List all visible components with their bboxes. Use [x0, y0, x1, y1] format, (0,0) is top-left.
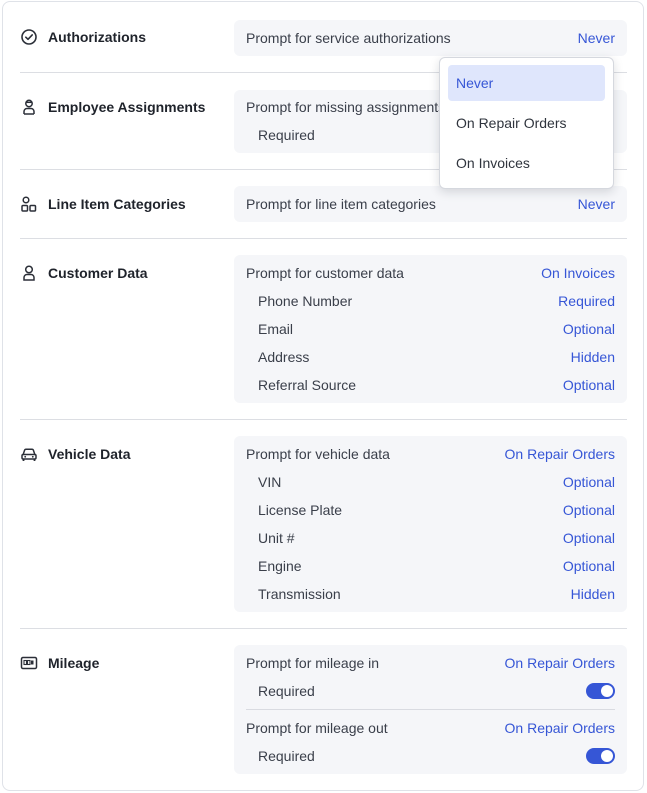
field-value-select[interactable]: Hidden: [571, 586, 615, 602]
section-authorizations: Authorizations Prompt for service author…: [20, 20, 627, 56]
customer-field-row: Referral Source Optional: [246, 371, 615, 399]
divider: [20, 628, 627, 629]
field-label: Referral Source: [258, 377, 357, 393]
customer-data-panel: Prompt for customer data On Invoices Pho…: [234, 255, 627, 403]
customer-data-value-select[interactable]: On Invoices: [541, 265, 615, 281]
field-value-select[interactable]: Optional: [563, 558, 615, 574]
field-value-select[interactable]: Hidden: [571, 349, 615, 365]
prompt-label: Prompt for service authorizations: [246, 30, 451, 46]
customer-data-prompt-row: Prompt for customer data On Invoices: [246, 259, 615, 287]
section-title: Vehicle Data: [48, 446, 131, 462]
section-title: Employee Assignments: [48, 99, 206, 115]
section-title: Customer Data: [48, 265, 148, 281]
prompt-label: Prompt for customer data: [246, 265, 404, 281]
vehicle-field-row: Unit # Optional: [246, 524, 615, 552]
mileage-out-required-toggle[interactable]: [586, 748, 615, 764]
mileage-out-prompt-row: Prompt for mileage out On Repair Orders: [246, 714, 615, 742]
section-header: Mileage: [20, 654, 99, 672]
field-value-select[interactable]: Optional: [563, 530, 615, 546]
section-header: Customer Data: [20, 264, 148, 282]
mileage-out-required-row: Required: [246, 742, 615, 770]
field-value-select[interactable]: Optional: [563, 474, 615, 490]
section-header: Employee Assignments: [20, 98, 205, 116]
line-item-categories-panel: Prompt for line item categories Never: [234, 186, 627, 222]
section-title: Mileage: [48, 655, 100, 671]
section-header: Vehicle Data: [20, 445, 131, 463]
field-value-select[interactable]: Optional: [563, 321, 615, 337]
field-label: VIN: [258, 474, 282, 490]
customer-field-row: Email Optional: [246, 315, 615, 343]
mileage-out-value-select[interactable]: On Repair Orders: [505, 720, 615, 736]
vehicle-data-prompt-row: Prompt for vehicle data On Repair Orders: [246, 440, 615, 468]
check-circle-icon: [20, 28, 38, 46]
mileage-panel: Prompt for mileage in On Repair Orders R…: [234, 645, 627, 774]
field-label: Unit #: [258, 530, 295, 546]
prompt-options-dropdown: Never On Repair Orders On Invoices: [439, 57, 614, 189]
prompt-label: Prompt for mileage out: [246, 720, 388, 736]
mileage-separator: [246, 709, 615, 710]
vehicle-data-value-select[interactable]: On Repair Orders: [505, 446, 615, 462]
field-label: License Plate: [258, 502, 343, 518]
vehicle-field-row: License Plate Optional: [246, 496, 615, 524]
prompt-label: Prompt for mileage in: [246, 655, 380, 671]
divider: [20, 238, 627, 239]
field-label: Address: [258, 349, 310, 365]
authorizations-panel: Prompt for service authorizations Never: [234, 20, 627, 56]
odometer-icon: [20, 654, 38, 672]
vehicle-field-row: Engine Optional: [246, 552, 615, 580]
mileage-in-required-toggle[interactable]: [586, 683, 615, 699]
customer-field-row: Phone Number Required: [246, 287, 615, 315]
prompt-label: Prompt for line item categories: [246, 196, 436, 212]
dropdown-option-on-repair-orders[interactable]: On Repair Orders: [448, 105, 605, 141]
section-header: Authorizations: [20, 28, 146, 46]
customer-field-row: Address Hidden: [246, 343, 615, 371]
section-line-item-categories: Line Item Categories Prompt for line ite…: [20, 186, 627, 222]
dropdown-option-on-invoices[interactable]: On Invoices: [448, 145, 605, 181]
line-item-categories-prompt-row: Prompt for line item categories Never: [246, 190, 615, 218]
field-value-select[interactable]: Optional: [563, 377, 615, 393]
separator-line: [246, 709, 615, 710]
authorizations-value-select[interactable]: Never: [578, 30, 615, 46]
car-icon: [20, 445, 38, 463]
mileage-in-required-row: Required: [246, 677, 615, 705]
field-value-select[interactable]: Required: [558, 293, 615, 309]
field-label: Transmission: [258, 586, 341, 602]
section-title: Line Item Categories: [48, 196, 186, 212]
field-value-select[interactable]: Optional: [563, 502, 615, 518]
section-title: Authorizations: [48, 29, 146, 45]
vehicle-field-row: Transmission Hidden: [246, 580, 615, 608]
section-customer-data: Customer Data Prompt for customer data O…: [20, 255, 627, 403]
prompt-label: Prompt for vehicle data: [246, 446, 390, 462]
section-mileage: Mileage Prompt for mileage in On Repair …: [20, 645, 627, 774]
section-vehicle-data: Vehicle Data Prompt for vehicle data On …: [20, 436, 627, 612]
dropdown-option-never[interactable]: Never: [448, 65, 605, 101]
divider: [20, 419, 627, 420]
person-icon: [20, 264, 38, 282]
field-label: Email: [258, 321, 294, 337]
authorizations-prompt-row: Prompt for service authorizations Never: [246, 24, 615, 52]
vehicle-data-panel: Prompt for vehicle data On Repair Orders…: [234, 436, 627, 612]
field-label: Phone Number: [258, 293, 353, 309]
required-label: Required: [258, 683, 315, 699]
line-item-categories-value-select[interactable]: Never: [578, 196, 615, 212]
categories-icon: [20, 195, 38, 213]
section-header: Line Item Categories: [20, 195, 186, 213]
required-label: Required: [258, 748, 315, 764]
sub-label: Required: [258, 127, 315, 143]
mileage-in-value-select[interactable]: On Repair Orders: [505, 655, 615, 671]
mileage-in-prompt-row: Prompt for mileage in On Repair Orders: [246, 649, 615, 677]
vehicle-field-row: VIN Optional: [246, 468, 615, 496]
field-label: Engine: [258, 558, 302, 574]
prompt-label: Prompt for missing assignments: [246, 99, 446, 115]
technician-icon: [20, 98, 38, 116]
